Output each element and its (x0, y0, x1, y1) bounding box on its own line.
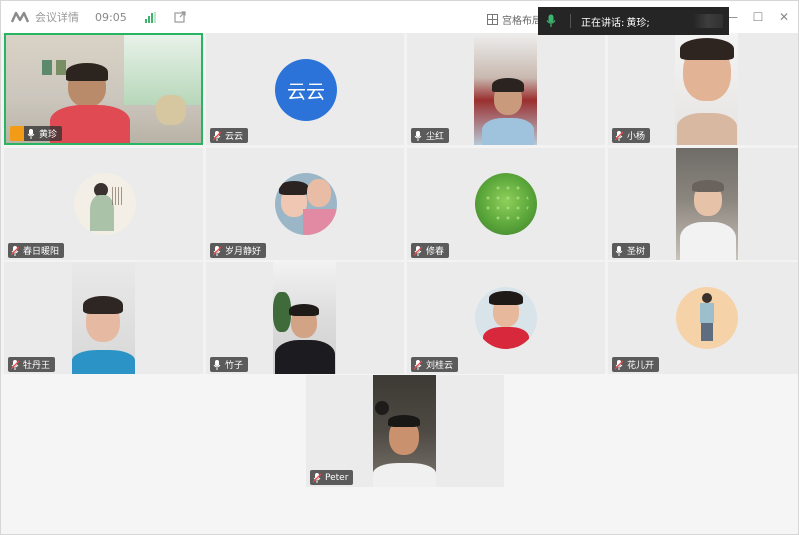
participant-name: 竹子 (225, 361, 244, 371)
avatar (475, 287, 537, 349)
participant-tile-chunrinuanyang[interactable]: 春日暖阳 (4, 148, 203, 260)
participant-tile-xiuchun[interactable]: 修春 (407, 148, 605, 260)
layout-label: 宫格布局 (502, 16, 542, 27)
speaking-indicator: 正在讲话: 黄珍; (538, 7, 729, 35)
speaking-name: 黄珍; (626, 17, 650, 29)
mic-muted-icon (615, 359, 623, 370)
name-tag: 修春 (411, 243, 450, 258)
name-tag: 黄珍 (24, 126, 63, 141)
participant-tile-yunyun[interactable]: 云云 云云 (206, 33, 404, 145)
mic-muted-icon (11, 245, 19, 256)
avatar: 云云 (275, 59, 337, 121)
mic-muted-icon (11, 359, 19, 370)
participant-name: 黄珍 (39, 130, 58, 140)
name-tag: Peter (310, 470, 354, 485)
speaking-prefix: 正在讲话: (581, 17, 625, 29)
name-tag: 小杨 (612, 128, 651, 143)
participant-name: 花儿开 (627, 361, 655, 371)
avatar (74, 173, 136, 235)
mic-on-icon (615, 245, 623, 256)
video-feed (675, 33, 738, 145)
mic-active-icon (546, 14, 556, 27)
participant-name: Peter (325, 472, 349, 483)
participant-name: 牡丹王 (23, 361, 51, 371)
participant-name: 修春 (426, 247, 445, 257)
participant-name: 小杨 (627, 132, 646, 142)
window-controls: — ☐ ✕ (726, 10, 790, 24)
participant-tile-peter[interactable]: Peter (306, 375, 504, 487)
name-tag: 岁月静好 (210, 243, 267, 258)
name-tag: 牡丹王 (8, 357, 56, 372)
avatar (275, 173, 337, 235)
avatar (676, 287, 738, 349)
name-tag: 尘红 (411, 128, 450, 143)
meeting-window: 会议详情 09:05 宫格布局 — ☐ ✕ 正在讲话: 黄珍; 黄珍 云云 云云… (0, 0, 799, 535)
participant-tile-shengshu[interactable]: 圣树 (608, 148, 798, 260)
speaking-separator (570, 14, 571, 28)
name-tag: 云云 (210, 128, 249, 143)
speaking-fade (693, 14, 723, 28)
participant-tile-zhuzi[interactable]: 竹子 (206, 262, 404, 374)
signal-icon[interactable] (144, 11, 156, 23)
mic-muted-icon (414, 245, 422, 256)
mic-muted-icon (615, 130, 623, 141)
participant-name: 春日暖阳 (23, 247, 60, 257)
app-logo-icon (11, 11, 29, 23)
participant-name: 岁月静好 (225, 247, 262, 257)
participant-name: 尘红 (426, 132, 445, 142)
participant-tile-mudanwang[interactable]: 牡丹王 (4, 262, 203, 374)
layout-toggle[interactable]: 宫格布局 (487, 12, 542, 27)
meeting-time: 09:05 (95, 10, 127, 24)
participant-tile-liuguiyun[interactable]: 刘桂云 (407, 262, 605, 374)
participant-tile-suiyuejinghao[interactable]: 岁月静好 (206, 148, 404, 260)
video-feed (72, 262, 135, 374)
name-tag: 春日暖阳 (8, 243, 65, 258)
video-feed (676, 148, 738, 260)
name-tag: 刘桂云 (411, 357, 459, 372)
meeting-details-link[interactable]: 会议详情 (35, 9, 79, 25)
avatar-text: 云云 (286, 80, 325, 103)
share-icon[interactable] (174, 11, 186, 23)
participant-tile-huaerkai[interactable]: 花儿开 (608, 262, 798, 374)
mic-muted-icon (414, 359, 422, 370)
mic-on-icon (213, 359, 221, 370)
participant-tile-xiaoyang[interactable]: 小杨 (608, 33, 798, 145)
grid-layout-icon (487, 14, 498, 25)
avatar (475, 173, 537, 235)
participant-name: 刘桂云 (426, 361, 454, 371)
name-tag: 圣树 (612, 243, 651, 258)
participant-name: 圣树 (627, 247, 646, 257)
mic-muted-icon (313, 472, 321, 483)
host-badge-icon (10, 126, 24, 141)
mic-on-icon (414, 130, 422, 141)
close-button[interactable]: ✕ (778, 10, 790, 24)
title-bar-left: 会议详情 09:05 (1, 9, 186, 25)
name-tag: 花儿开 (612, 357, 660, 372)
participant-tile-huangzhen[interactable]: 黄珍 (4, 33, 203, 145)
mic-on-icon (27, 128, 35, 139)
participant-name: 云云 (225, 132, 244, 142)
maximize-button[interactable]: ☐ (752, 10, 764, 24)
video-feed (474, 33, 537, 145)
video-feed (373, 375, 436, 487)
participant-tile-chenhong[interactable]: 尘红 (407, 33, 605, 145)
name-tag: 竹子 (210, 357, 249, 372)
mic-muted-icon (213, 130, 221, 141)
mic-muted-icon (213, 245, 221, 256)
video-feed (273, 262, 336, 374)
